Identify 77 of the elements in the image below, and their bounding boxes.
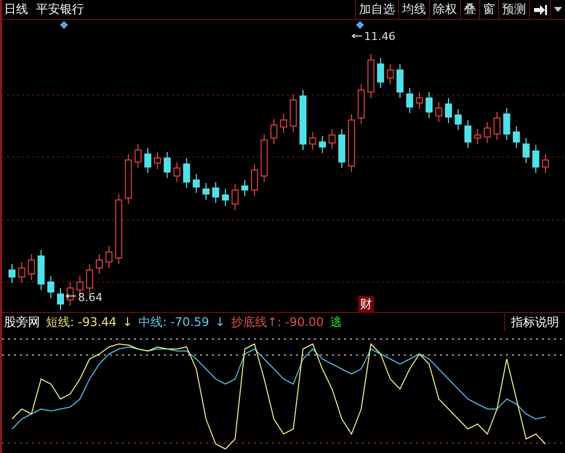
candlestick [144,148,152,174]
candlestick [464,120,472,148]
jump-to-end-button[interactable] [529,0,550,19]
candlestick [484,122,491,144]
candlestick [66,282,74,306]
candlestick [454,108,462,130]
candlestick [124,154,132,204]
candlestick [202,182,210,200]
candlestick [396,64,404,98]
candlestick [318,136,326,154]
leader-line [66,294,76,298]
candlestick [251,164,258,196]
candlestick [280,114,288,134]
dropdown-button[interactable] [550,0,565,19]
candlestick [406,88,414,114]
candlestick [18,262,26,284]
caret-icon [554,6,562,12]
candlestick [57,288,64,310]
candlestick [270,118,278,144]
candlestick [212,182,220,204]
candlestick [222,188,229,206]
marker-icon [356,21,364,29]
candlestick [532,144,540,174]
event-badge[interactable]: 财 [358,296,374,313]
stock-name: 平安银行 [36,1,84,18]
candlestick [426,92,433,118]
indicator-value: 抄底线↑: -90.00 [231,314,324,330]
candlestick [386,64,394,84]
candlestick [474,128,482,144]
candlestick [328,128,336,150]
candlestick [503,108,510,140]
chart-period: 日线 [4,1,28,18]
candlestick [260,134,268,182]
candlestick [106,246,112,268]
candlestick [134,144,142,168]
candlestick [192,174,200,194]
candlestick [115,194,122,264]
candlestick [164,152,171,178]
candlestick [358,84,365,124]
candlestick [416,92,423,110]
candlestick [309,132,316,150]
candlestick [338,128,346,168]
candlestick [38,250,45,290]
indicator-value: 中线: -70.59 [138,314,210,330]
signal-label: 逃 [330,314,342,330]
candlestick [367,54,374,98]
trend-arrow: ↓ [122,315,133,329]
candlestick [183,158,190,188]
indicator-name: 股旁网 [4,314,40,330]
high-price-label: 11.46 [364,30,396,43]
candlestick [154,152,161,170]
trend-arrow: ↓ [215,315,226,329]
candlestick [86,264,94,294]
candlestick [232,184,239,210]
candlestick [494,112,500,140]
indicator-value: 短线: -93.44 [46,314,117,330]
toolbar-button[interactable]: 除权 [429,0,460,19]
candlestick [542,154,549,174]
candlestick [435,102,442,122]
candlestick [28,254,35,280]
arrow-to-bar-icon [533,4,547,16]
candlestick [241,180,248,196]
candlestick [377,58,384,88]
toolbar-button[interactable]: 加自选 [355,0,398,19]
candlestick [522,138,530,164]
candlestick [512,126,520,148]
candlestick [445,98,452,124]
candlestick [348,114,355,172]
candlestick [47,276,54,298]
low-price-label: 8.64 [78,291,102,304]
candlestick [8,264,16,284]
candlestick [173,162,180,182]
candlestick [96,254,103,274]
marker-icon [60,21,68,29]
candlestick [290,94,297,132]
leader-line [352,34,362,38]
candlestick [300,90,306,150]
